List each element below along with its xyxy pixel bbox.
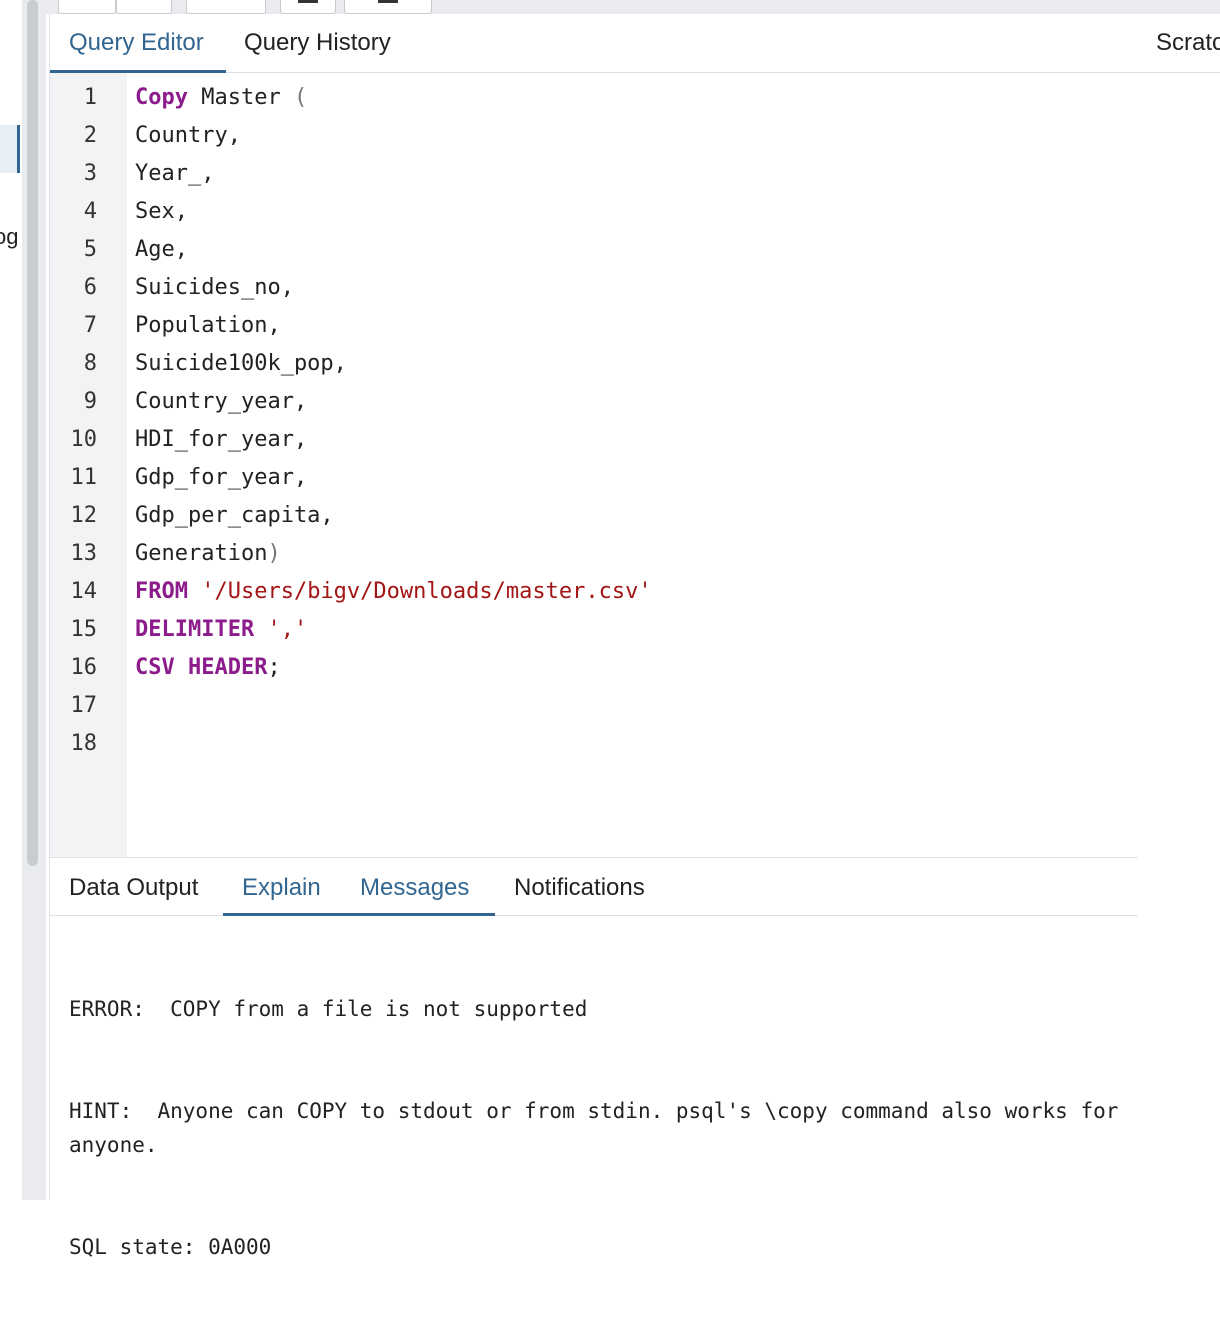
line-number: 14 — [70, 579, 98, 604]
code-token: Country, — [135, 123, 241, 148]
code-token: Gdp_for_year, — [135, 465, 308, 490]
active-result-tab-indicator — [223, 913, 495, 916]
line-number: 17 — [70, 693, 98, 718]
code-line[interactable]: FROM '/Users/bigv/Downloads/master.csv' — [135, 579, 652, 604]
line-number: 8 — [83, 351, 97, 376]
code-token: ',' — [267, 617, 308, 642]
line-number-gutter: 1 2 3 4 5 6 7 8 9 10 11 12 13 14 15 16 17 18 — [50, 73, 127, 857]
code-token: '/Users/bigv/Downloads/master.csv' — [201, 579, 652, 604]
line-number: 12 — [70, 503, 98, 528]
line-number: 1 — [83, 85, 97, 110]
tool-tab[interactable] — [116, 0, 172, 14]
error-message: ERROR: COPY from a file is not supported — [69, 997, 588, 1021]
code-token: Country_year, — [135, 389, 308, 414]
tab-explain[interactable]: Explain — [242, 858, 321, 915]
code-token: Generation — [135, 541, 268, 566]
messages-output: ERROR: COPY from a file is not supported… — [69, 924, 1129, 1332]
code-token: ) — [267, 541, 281, 566]
code-line[interactable]: CSV HEADER; — [135, 655, 281, 680]
line-number: 2 — [83, 123, 97, 148]
tab-messages[interactable]: Messages — [360, 858, 469, 915]
query-tool-panel: Query Editor Query History 1 2 3 4 5 6 7 8 9 10 11… — [49, 14, 1139, 1259]
code-token: Age, — [135, 237, 188, 262]
line-number: 5 — [83, 237, 97, 262]
code-line[interactable]: DELIMITER ',' — [135, 617, 307, 642]
line-number: 18 — [70, 731, 98, 756]
tab-query-editor[interactable]: Query Editor — [69, 14, 204, 72]
code-token: Suicide100k_pop, — [135, 351, 347, 376]
code-token: Suicides_no, — [135, 275, 294, 300]
vertical-scrollbar[interactable] — [27, 0, 38, 866]
scratch-pad-panel[interactable]: Scratch Pad — [1138, 14, 1220, 1200]
line-number: 11 — [70, 465, 98, 490]
code-token: CSV — [135, 655, 175, 680]
code-token: ( — [293, 85, 308, 110]
code-token: Master — [187, 85, 294, 110]
line-number: 7 — [83, 313, 97, 338]
code-line[interactable]: Population, — [135, 313, 281, 338]
tool-tab[interactable] — [344, 0, 432, 14]
tab-notifications[interactable]: Notifications — [514, 858, 645, 915]
toolbar-icon — [378, 0, 398, 3]
code-line[interactable]: Suicides_no, — [135, 275, 294, 300]
tool-tab-bar — [46, 0, 1220, 14]
tab-data-output[interactable]: Data Output — [69, 858, 198, 915]
code-token: HDI_for_year, — [135, 427, 308, 452]
code-line[interactable]: Country, — [135, 123, 241, 148]
hint-message: HINT: Anyone can COPY to stdout or from … — [69, 1099, 1132, 1157]
code-token: DELIMITER — [135, 617, 255, 642]
code-line[interactable]: Country_year, — [135, 389, 307, 414]
tab-query-history[interactable]: Query History — [244, 14, 391, 72]
browser-tree-label[interactable]: og — [0, 224, 18, 250]
code-token: Population, — [135, 313, 281, 338]
code-line[interactable]: Suicide100k_pop, — [135, 351, 347, 376]
code-line[interactable]: Copy Master ( — [135, 85, 307, 110]
tool-tab[interactable] — [186, 0, 266, 14]
line-number: 10 — [70, 427, 98, 452]
editor-tabs: Query Editor Query History — [50, 14, 1138, 73]
scratch-pad-title: Scratch Pad — [1156, 29, 1220, 56]
code-token: Sex, — [135, 199, 188, 224]
code-token: FROM — [135, 579, 188, 604]
line-number: 15 — [70, 617, 98, 642]
scratch-pad-header: Scratch Pad — [1138, 14, 1220, 73]
line-number: 13 — [70, 541, 98, 566]
code-line[interactable]: Age, — [135, 237, 188, 262]
code-token: Copy — [135, 85, 188, 110]
code-line[interactable]: Year_, — [135, 161, 214, 186]
line-number: 16 — [70, 655, 98, 680]
code-line[interactable]: HDI_for_year, — [135, 427, 307, 452]
tool-tab[interactable] — [58, 0, 116, 14]
code-token: Year_, — [135, 161, 215, 186]
sql-editor[interactable]: 1 2 3 4 5 6 7 8 9 10 11 12 13 14 15 16 17 18 Copy Master … — [50, 73, 1138, 858]
sql-state: SQL state: 0A000 — [69, 1235, 272, 1259]
code-line[interactable]: Sex, — [135, 199, 188, 224]
line-number: 6 — [83, 275, 97, 300]
line-number: 3 — [83, 161, 97, 186]
tool-tab[interactable] — [280, 0, 336, 14]
code-line[interactable]: Gdp_for_year, — [135, 465, 307, 490]
line-number: 9 — [83, 389, 97, 414]
toolbar-icon — [298, 0, 318, 3]
result-tabs: Data Output Explain Messages Notificatio… — [50, 858, 1138, 916]
code-line[interactable]: Generation) — [135, 541, 281, 566]
code-token: Gdp_per_capita, — [135, 503, 334, 528]
browser-tree-edge: og — [0, 0, 22, 1200]
line-number: 4 — [83, 199, 97, 224]
code-line[interactable]: Gdp_per_capita, — [135, 503, 334, 528]
code-token: ; — [267, 655, 281, 680]
browser-tree-selected-item[interactable] — [0, 125, 20, 173]
code-token: HEADER — [188, 655, 268, 680]
